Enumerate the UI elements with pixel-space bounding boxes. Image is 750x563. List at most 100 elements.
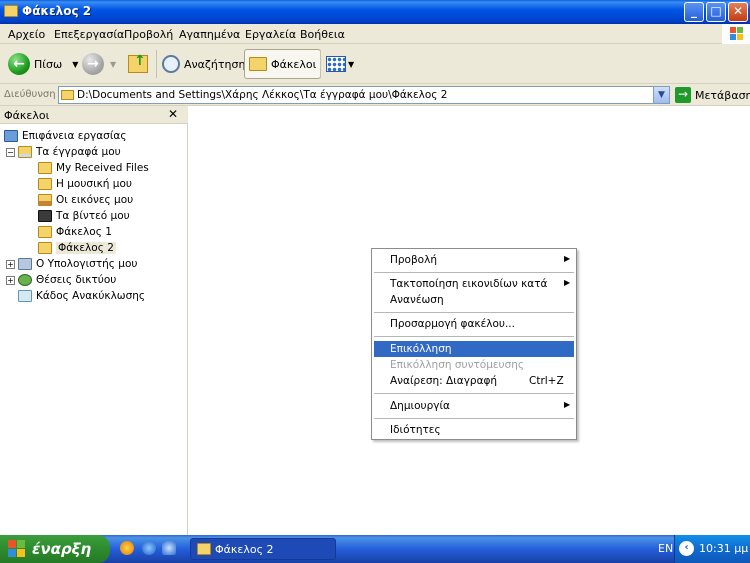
folder-icon	[38, 162, 52, 174]
folders-button[interactable]: Φάκελοι	[244, 49, 322, 79]
address-label: Διεύθυνση	[4, 89, 56, 100]
expand-icon[interactable]: +	[6, 275, 15, 285]
menu-favorites[interactable]: Αγαπημένα	[179, 28, 240, 41]
context-menu-item-paste[interactable]: Επικόλληση	[374, 341, 574, 357]
menu-item-label: Δημιουργία	[390, 400, 450, 412]
menu-help[interactable]: Βοήθεια	[300, 28, 345, 41]
windows-flag-icon	[8, 540, 26, 558]
menu-separator	[374, 312, 574, 313]
tree-item-label: Η μουσική μου	[56, 178, 132, 190]
pictures-folder-icon	[38, 194, 52, 206]
menu-item-label: Επικόλληση συντόμευσης	[390, 359, 525, 371]
video-folder-icon	[38, 210, 52, 222]
internet-explorer-icon[interactable]	[142, 541, 156, 555]
tree-item-folder-2[interactable]: Φάκελος 2	[38, 240, 116, 256]
taskbar-window-button[interactable]: Φάκελος 2	[190, 538, 336, 560]
chevron-down-icon[interactable]: ▼	[653, 87, 669, 103]
go-label: Μετάβαση	[695, 88, 750, 102]
search-button[interactable]: Αναζήτηση	[162, 49, 245, 79]
my-documents-icon	[18, 146, 32, 158]
folders-pane-header: Φάκελοι ✕	[0, 106, 188, 124]
recycle-bin-icon	[18, 290, 32, 302]
dropdown-arrow-icon[interactable]: ▼	[348, 60, 354, 69]
context-menu-item-properties[interactable]: Ιδιότητες	[374, 422, 574, 438]
menu-edit[interactable]: Επεξεργασία	[54, 28, 124, 41]
folder-icon	[4, 5, 18, 17]
forward-arrow-icon: →	[82, 53, 104, 75]
tree-item-network-places[interactable]: + Θέσεις δικτύου	[6, 272, 116, 288]
context-menu: Προβολή ▶ Τακτοποίηση εικονιδίων κατά ▶ …	[371, 248, 577, 440]
tree-item-label: Φάκελος 1	[56, 226, 112, 238]
tree-item-recycle-bin[interactable]: Κάδος Ανακύκλωσης	[18, 288, 145, 304]
windows-logo-icon	[722, 24, 750, 44]
views-button[interactable]: ▼	[326, 49, 354, 79]
menu-view[interactable]: Προβολή	[124, 28, 173, 41]
tree-item-my-documents[interactable]: − Τα έγγραφά μου	[6, 144, 121, 160]
menu-file[interactable]: Αρχείο	[8, 28, 45, 41]
network-icon	[18, 274, 32, 286]
menu-item-label: Προβολή	[390, 254, 437, 266]
menu-tools[interactable]: Εργαλεία	[245, 28, 296, 41]
tree-item-my-pictures[interactable]: Οι εικόνες μου	[38, 192, 133, 208]
context-menu-item-arrange-icons[interactable]: Τακτοποίηση εικονιδίων κατά ▶	[374, 276, 574, 292]
dropdown-arrow-icon[interactable]: ▼	[110, 60, 116, 69]
tree-item-label: Φάκελος 2	[56, 242, 116, 254]
address-input[interactable]: D:\Documents and Settings\Χάρης Λέκκος\Τ…	[58, 86, 670, 104]
search-label: Αναζήτηση	[184, 57, 246, 71]
back-label: Πίσω	[34, 57, 63, 71]
dropdown-arrow-icon[interactable]: ▼	[72, 60, 78, 69]
menu-item-label: Αναίρεση: Διαγραφή	[390, 375, 498, 387]
start-button[interactable]: έναρξη	[0, 535, 110, 563]
close-button[interactable]: ✕	[728, 2, 748, 22]
tree-item-my-videos[interactable]: Τα βίντεό μου	[38, 208, 130, 224]
folders-label: Φάκελοι	[271, 57, 317, 71]
maximize-button[interactable]: □	[706, 2, 726, 22]
menu-separator	[374, 418, 574, 419]
collapse-icon[interactable]: −	[6, 147, 15, 157]
tree-item-folder-1[interactable]: Φάκελος 1	[38, 224, 112, 240]
tree-item-label: Τα βίντεό μου	[56, 210, 130, 222]
tree-item-my-music[interactable]: Η μουσική μου	[38, 176, 132, 192]
go-button[interactable]: → Μετάβαση	[675, 87, 750, 103]
tree-item-my-received-files[interactable]: My Received Files	[38, 160, 149, 176]
media-player-icon[interactable]	[120, 541, 134, 555]
menu-separator	[374, 393, 574, 394]
tree-item-label: Επιφάνεια εργασίας	[22, 130, 127, 142]
tree-item-desktop[interactable]: Επιφάνεια εργασίας	[4, 128, 126, 144]
menu-item-label: Προσαρμογή φακέλου...	[390, 318, 515, 330]
folder-icon	[197, 543, 211, 555]
tree-item-my-computer[interactable]: + Ο Υπολογιστής μου	[6, 256, 137, 272]
folder-icon	[38, 226, 52, 238]
back-button[interactable]: ← Πίσω ▼	[8, 49, 78, 79]
expand-icon[interactable]: +	[6, 259, 15, 269]
search-icon	[162, 55, 180, 73]
up-folder-button[interactable]: ↑	[128, 49, 148, 79]
close-icon[interactable]: ✕	[168, 107, 178, 121]
minimize-button[interactable]: _	[684, 2, 704, 22]
taskbar: έναρξη Φάκελος 2 EN ‹ 10:31 μμ	[0, 535, 750, 563]
forward-button[interactable]: → ▼	[82, 49, 116, 79]
menu-item-label: Ανανέωση	[390, 294, 444, 306]
tray-expand-icon[interactable]: ‹	[679, 541, 694, 556]
menu-bar: Αρχείο Επεξεργασία Προβολή Αγαπημένα Εργ…	[0, 24, 750, 44]
folder-icon	[61, 90, 74, 100]
context-menu-item-customize-folder[interactable]: Προσαρμογή φακέλου...	[374, 316, 574, 332]
context-menu-item-view[interactable]: Προβολή ▶	[374, 252, 574, 268]
submenu-arrow-icon: ▶	[564, 254, 571, 263]
language-indicator[interactable]: EN	[658, 542, 673, 555]
window-title: Φάκελος 2	[22, 4, 92, 18]
context-menu-item-new[interactable]: Δημιουργία ▶	[374, 398, 574, 414]
up-folder-icon: ↑	[128, 53, 148, 73]
context-menu-item-refresh[interactable]: Ανανέωση	[374, 292, 574, 308]
desktop-icon	[4, 130, 18, 142]
menu-item-label: Επικόλληση	[390, 343, 452, 355]
context-menu-item-paste-shortcut: Επικόλληση συντόμευσης	[374, 357, 574, 373]
toolbar: ← Πίσω ▼ → ▼ ↑ Αναζήτηση Φάκελοι ▼	[0, 44, 750, 84]
menu-separator	[374, 336, 574, 337]
title-bar[interactable]: Φάκελος 2 _ □ ✕	[0, 0, 750, 24]
context-menu-item-undo-delete[interactable]: Αναίρεση: Διαγραφή Ctrl+Z	[374, 373, 574, 389]
show-desktop-icon[interactable]	[162, 541, 176, 555]
views-icon	[326, 56, 346, 72]
clock[interactable]: 10:31 μμ	[699, 542, 748, 555]
tree-item-label: My Received Files	[56, 162, 149, 174]
